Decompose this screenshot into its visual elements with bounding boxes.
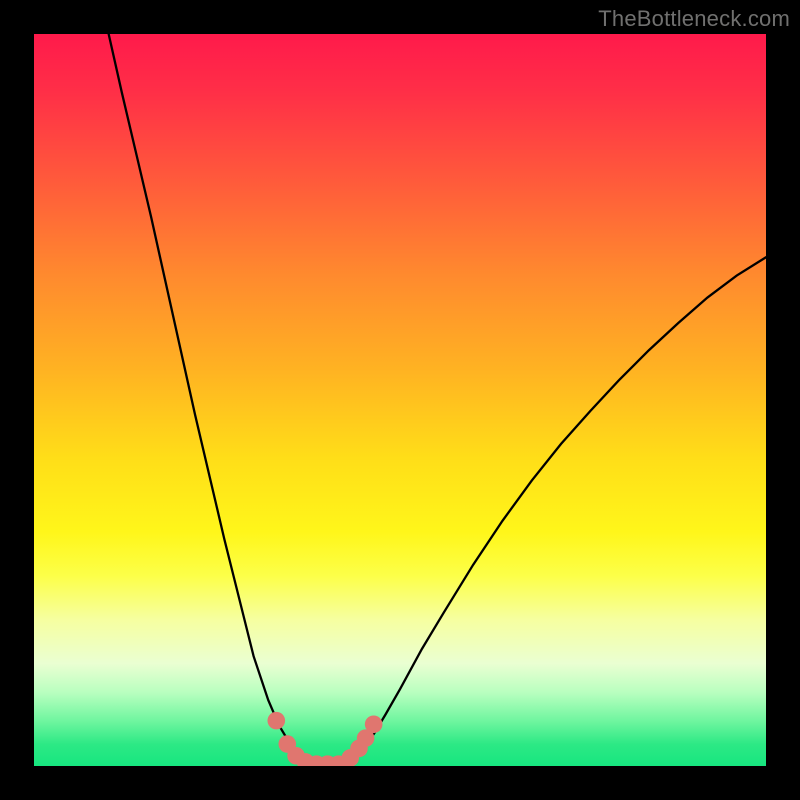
chart-frame: TheBottleneck.com (0, 0, 800, 800)
data-marker (267, 712, 285, 730)
chart-svg (34, 34, 766, 766)
data-markers (267, 712, 382, 766)
data-marker (365, 715, 383, 733)
right-curve (345, 257, 766, 764)
watermark-text: TheBottleneck.com (598, 6, 790, 32)
left-curve (109, 34, 313, 764)
plot-area (34, 34, 766, 766)
